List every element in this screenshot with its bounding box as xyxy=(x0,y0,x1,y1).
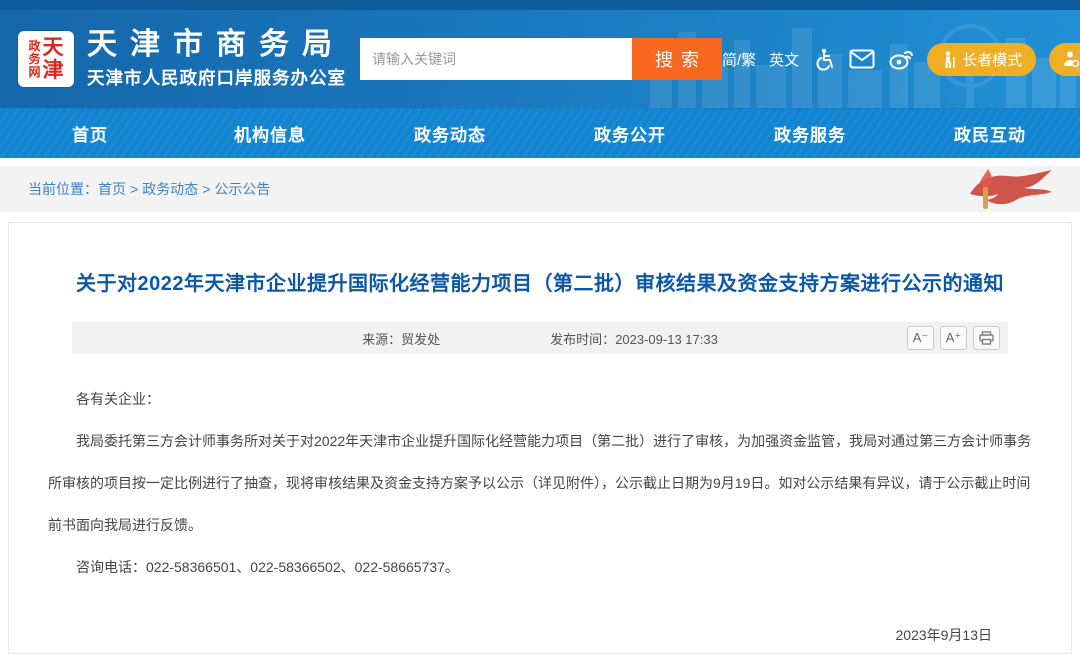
elder-mode-label: 长者模式 xyxy=(962,49,1022,70)
publish-value: 2023-09-13 17:33 xyxy=(615,332,718,347)
article-content: 关于对2022年天津市企业提升国际化经营能力项目（第二批）审核结果及资金支持方案… xyxy=(8,222,1072,654)
print-button[interactable] xyxy=(973,326,1000,350)
article-date: 2023年9月13日 xyxy=(88,614,992,654)
source-value: 贸发处 xyxy=(401,332,440,347)
care-version-button[interactable]: 关爱版 xyxy=(1049,43,1080,76)
site-title: 天津市商务局 xyxy=(87,28,346,62)
breadcrumb-item-announcements[interactable]: 公示公告 xyxy=(214,179,270,199)
breadcrumb-label: 当前位置： xyxy=(28,179,98,199)
elder-person-icon xyxy=(941,51,956,68)
breadcrumb-separator: > xyxy=(130,181,138,197)
breadcrumb-separator: > xyxy=(202,181,210,197)
breadcrumb: 当前位置： 首页 > 政务动态 > 公示公告 xyxy=(0,166,1080,212)
site-titles: 天津市商务局 天津市人民政府口岸服务办公室 xyxy=(87,28,346,90)
breadcrumb-item-home[interactable]: 首页 xyxy=(98,179,126,199)
lang-english-link[interactable]: 英文 xyxy=(769,49,799,70)
printer-icon xyxy=(979,331,994,345)
header-utilities: 简/繁 英文 xyxy=(722,43,1080,76)
article-paragraph: 各有关企业： xyxy=(48,378,1032,420)
font-decrease-button[interactable]: A⁻ xyxy=(907,326,934,350)
nav-item-home[interactable]: 首页 xyxy=(0,109,180,158)
seal-big-text: 天 津 xyxy=(43,36,64,82)
nav-item-gov-news[interactable]: 政务动态 xyxy=(360,109,540,158)
source-label: 来源： xyxy=(362,332,401,347)
main-nav: 首页 机构信息 政务动态 政务公开 政务服务 政民互动 xyxy=(0,108,1080,158)
font-increase-button[interactable]: A⁺ xyxy=(940,326,967,350)
publish-label: 发布时间： xyxy=(550,332,615,347)
lang-toggle-link[interactable]: 简/繁 xyxy=(722,49,756,70)
article-paragraph: 咨询电话：022-58366501、022-58366502、022-58665… xyxy=(48,546,1032,588)
accessibility-icon[interactable] xyxy=(812,47,836,71)
nav-item-org-info[interactable]: 机构信息 xyxy=(180,109,360,158)
article-paragraph: 我局委托第三方会计师事务所对关于对2022年天津市企业提升国际化经营能力项目（第… xyxy=(48,420,1032,546)
article-meta-bar: 来源：贸发处 发布时间：2023-09-13 17:33 A⁻ A⁺ xyxy=(72,322,1008,354)
care-person-icon xyxy=(1063,51,1079,67)
torch-ribbon-decoration xyxy=(950,168,1054,212)
site-header: 政 务 网 天 津 天津市商务局 天津市人民政府口岸服务办公室 搜索 简/繁 英… xyxy=(0,10,1080,108)
elder-mode-button[interactable]: 长者模式 xyxy=(927,43,1036,76)
font-controls: A⁻ A⁺ xyxy=(907,326,1000,350)
article-body: 各有关企业： 我局委托第三方会计师事务所对关于对2022年天津市企业提升国际化经… xyxy=(44,354,1036,654)
nav-item-gov-disclosure[interactable]: 政务公开 xyxy=(540,109,720,158)
site-logo-seal: 政 务 网 天 津 xyxy=(18,31,74,87)
top-strip xyxy=(0,0,1080,10)
page: 政 务 网 天 津 天津市商务局 天津市人民政府口岸服务办公室 搜索 简/繁 英… xyxy=(0,0,1080,654)
breadcrumb-item-gov-news[interactable]: 政务动态 xyxy=(142,179,198,199)
article-publish-time: 发布时间：2023-09-13 17:33 xyxy=(550,329,718,348)
nav-item-interaction[interactable]: 政民互动 xyxy=(900,109,1080,158)
site-subtitle: 天津市人民政府口岸服务办公室 xyxy=(87,65,346,90)
mail-icon[interactable] xyxy=(849,49,875,69)
search-input[interactable] xyxy=(360,38,632,80)
site-search: 搜索 xyxy=(360,38,722,80)
site-brand[interactable]: 政 务 网 天 津 天津市商务局 天津市人民政府口岸服务办公室 xyxy=(18,28,346,90)
weibo-icon[interactable] xyxy=(888,47,914,71)
article-title: 关于对2022年天津市企业提升国际化经营能力项目（第二批）审核结果及资金支持方案… xyxy=(44,267,1036,296)
search-button[interactable]: 搜索 xyxy=(632,38,722,80)
seal-small-text: 政 务 网 xyxy=(28,40,40,79)
nav-item-gov-services[interactable]: 政务服务 xyxy=(720,109,900,158)
article-source: 来源：贸发处 xyxy=(362,329,440,348)
